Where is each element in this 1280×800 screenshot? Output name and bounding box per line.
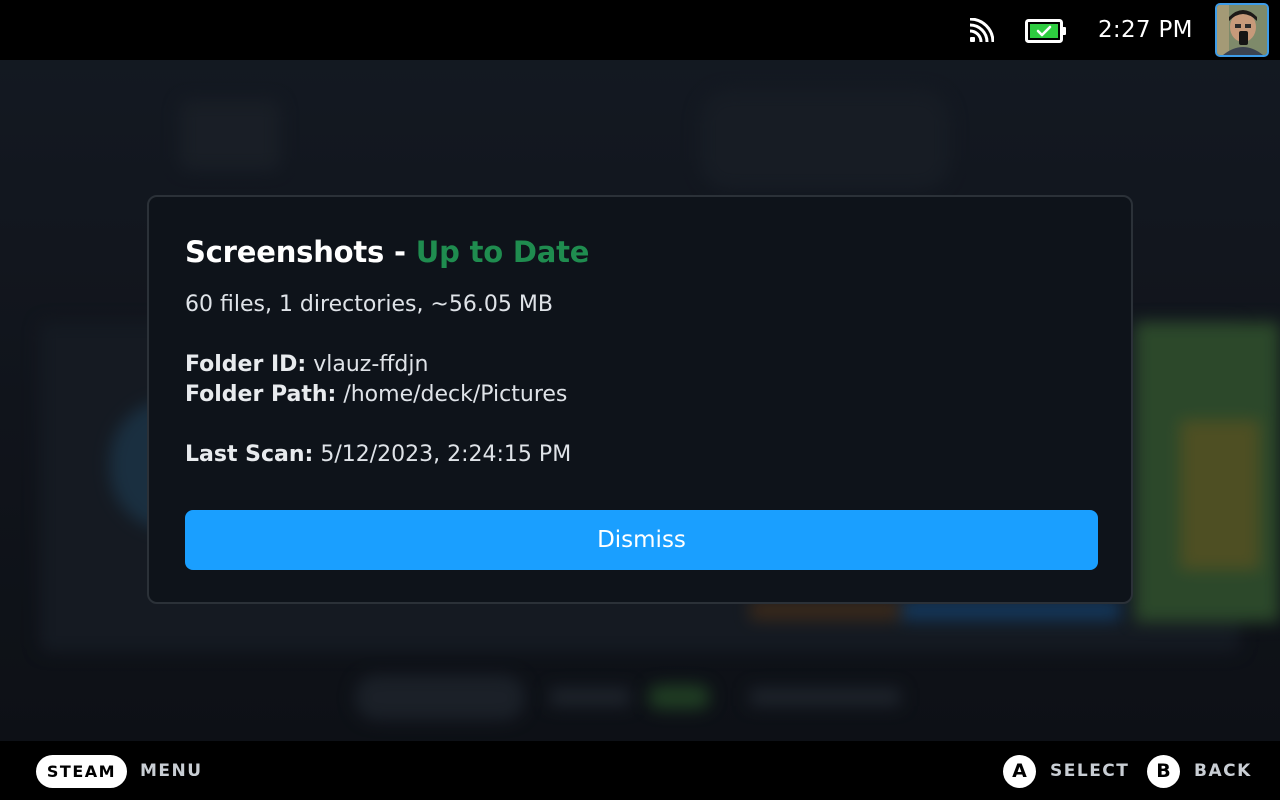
battery-charging-icon	[1025, 19, 1066, 43]
folder-path-value: /home/deck/Pictures	[343, 382, 568, 407]
clock: 2:27 PM	[1098, 17, 1193, 43]
user-avatar[interactable]	[1215, 3, 1269, 57]
last-scan-row: Last Scan: 5/12/2023, 2:24:15 PM	[185, 442, 571, 467]
back-hint: BACK	[1194, 761, 1252, 781]
cast-icon	[969, 18, 994, 43]
app-root: 2:27 PM Screenshots - Up to Date 60 file…	[0, 0, 1280, 800]
top-status-bar: 2:27 PM	[0, 0, 1280, 60]
folder-id-label: Folder ID:	[185, 352, 307, 377]
menu-hint: MENU	[140, 761, 203, 781]
folder-id-row: Folder ID: vlauz-ffdjn	[185, 352, 428, 377]
steam-button[interactable]: STEAM	[36, 755, 127, 788]
bottom-controls-bar: STEAM MENU A SELECT B BACK	[0, 741, 1280, 800]
dismiss-button[interactable]: Dismiss	[185, 510, 1098, 570]
folder-summary: 60 files, 1 directories, ~56.05 MB	[185, 292, 553, 317]
last-scan-value: 5/12/2023, 2:24:15 PM	[320, 442, 572, 467]
dialog-title: Screenshots - Up to Date	[185, 235, 589, 269]
folder-status-dialog: Screenshots - Up to Date 60 files, 1 dir…	[147, 195, 1133, 604]
dialog-title-text: Screenshots -	[185, 235, 406, 269]
select-hint: SELECT	[1050, 761, 1130, 781]
folder-path-label: Folder Path:	[185, 382, 337, 407]
b-button-icon[interactable]: B	[1147, 755, 1180, 788]
a-button-icon[interactable]: A	[1003, 755, 1036, 788]
last-scan-label: Last Scan:	[185, 442, 314, 467]
folder-path-row: Folder Path: /home/deck/Pictures	[185, 382, 567, 407]
folder-id-value: vlauz-ffdjn	[313, 352, 429, 377]
sync-status: Up to Date	[415, 235, 590, 269]
avatar-image	[1217, 5, 1267, 55]
